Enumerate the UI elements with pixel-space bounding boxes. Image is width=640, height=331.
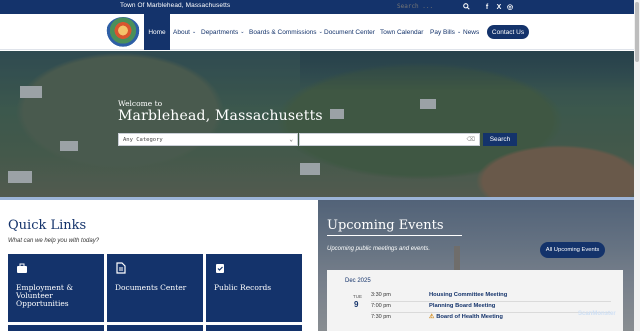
watermark-badge: ScanMonster [578, 311, 616, 317]
quick-link-public-records[interactable]: Public Records [206, 254, 302, 322]
briefcase-icon [17, 263, 27, 273]
page-scrollbar[interactable] [634, 0, 640, 331]
quick-link-documents[interactable]: Documents Center [107, 254, 203, 322]
event-day: 9 [354, 300, 359, 309]
category-select[interactable]: Any Category ⌄ [118, 133, 298, 146]
quick-links-heading: Quick Links [8, 218, 87, 233]
quick-link-employment[interactable]: Employment & Volunteer Opportunities [8, 254, 104, 322]
nav-label: News [463, 28, 480, 36]
nav-label: Town Calendar [380, 28, 424, 36]
event-time: 7:30 pm [371, 314, 391, 320]
hero-banner: Welcome to Marblehead, Massachusetts Any… [0, 51, 634, 197]
event-title-link[interactable]: ⚠ Board of Health Meeting [429, 314, 503, 320]
tile-label: Public Records [214, 283, 272, 292]
nav-pay-bills[interactable]: Pay Bills ⌄ [430, 14, 461, 50]
town-name: Town Of Marblehead, Massachusetts [120, 2, 231, 9]
event-weekday: TUE [353, 294, 362, 299]
tile-label: Documents Center [115, 283, 187, 292]
hero-overlay [0, 51, 634, 197]
document-icon [116, 262, 126, 274]
nav-news[interactable]: News [463, 14, 479, 50]
chevron-down-icon: ⌄ [192, 29, 197, 35]
nav-about[interactable]: About ⌄ [173, 14, 196, 50]
quick-link-row2[interactable] [107, 325, 203, 331]
nav-label: About [173, 28, 190, 36]
nav-boards-commissions[interactable]: Boards & Commissions ⌄ [249, 14, 323, 50]
nav-home[interactable]: Home [144, 14, 170, 50]
event-title: Board of Health Meeting [436, 314, 503, 320]
main-navigation: Home About ⌄ Departments ⌄ Boards & Commis… [0, 14, 634, 50]
event-time: 7:00 pm [371, 303, 391, 309]
chevron-down-icon: ⌄ [289, 136, 293, 143]
nav-label: Home [148, 28, 166, 36]
events-heading: Upcoming Events [327, 218, 444, 233]
alert-icon: ⚠ [429, 314, 435, 320]
chevron-down-icon: ⌄ [318, 29, 323, 35]
contact-us-button[interactable]: Contact Us [487, 25, 529, 39]
nav-document-center[interactable]: Document Center [324, 14, 375, 50]
town-seal-logo[interactable] [106, 17, 140, 47]
quick-link-row2[interactable] [8, 325, 104, 331]
events-card: Dec 2025 TUE 9 3:30 pm Housing Committee… [327, 270, 623, 331]
site-search-input[interactable] [394, 1, 458, 12]
search-icon[interactable] [459, 1, 473, 12]
nav-label: Document Center [324, 28, 375, 36]
quick-links-section: Quick Links What can we help you with to… [0, 200, 318, 331]
event-title-link[interactable]: Housing Committee Meeting [429, 292, 507, 298]
event-title: Planning Board Meeting [429, 303, 496, 309]
events-subheading: Upcoming public meetings and events. [327, 246, 431, 252]
nav-label: Pay Bills [430, 28, 455, 36]
events-month: Dec 2025 [345, 278, 371, 284]
x-twitter-icon[interactable]: X [494, 2, 504, 12]
tile-label: Employment & Volunteer Opportunities [16, 283, 73, 308]
row-divider [371, 312, 611, 313]
all-events-button[interactable]: All Upcoming Events [540, 242, 605, 258]
hero-search-button[interactable]: Search [483, 133, 517, 146]
heading-rule [327, 235, 462, 236]
chevron-down-icon: ⌄ [456, 29, 462, 35]
quick-link-row2[interactable] [206, 325, 302, 331]
event-title: Housing Committee Meeting [429, 292, 508, 298]
nav-label: Departments [201, 28, 239, 36]
category-selected: Any Category [123, 137, 163, 143]
nav-label: Boards & Commissions [249, 28, 317, 36]
chevron-down-icon: ⌄ [240, 29, 245, 35]
instagram-icon[interactable]: ◎ [505, 2, 515, 12]
facebook-icon[interactable]: f [482, 2, 492, 12]
clear-icon[interactable]: ⌫ [467, 136, 475, 143]
hero-title: Marblehead, Massachusetts [118, 108, 323, 124]
quick-links-subheading: What can we help you with today? [8, 238, 100, 244]
nav-departments[interactable]: Departments ⌄ [201, 14, 244, 50]
clipboard-check-icon [216, 264, 224, 273]
hero-welcome: Welcome to [118, 99, 163, 108]
hero-search-input[interactable]: ⌫ [299, 133, 480, 146]
utility-bar: Town Of Marblehead, Massachusetts f X ◎ [0, 0, 634, 14]
nav-town-calendar[interactable]: Town Calendar [380, 14, 423, 50]
row-divider [371, 301, 611, 302]
event-title-link[interactable]: Planning Board Meeting [429, 303, 495, 309]
event-time: 3:30 pm [371, 292, 391, 298]
scrollbar-thumb[interactable] [635, 2, 639, 62]
